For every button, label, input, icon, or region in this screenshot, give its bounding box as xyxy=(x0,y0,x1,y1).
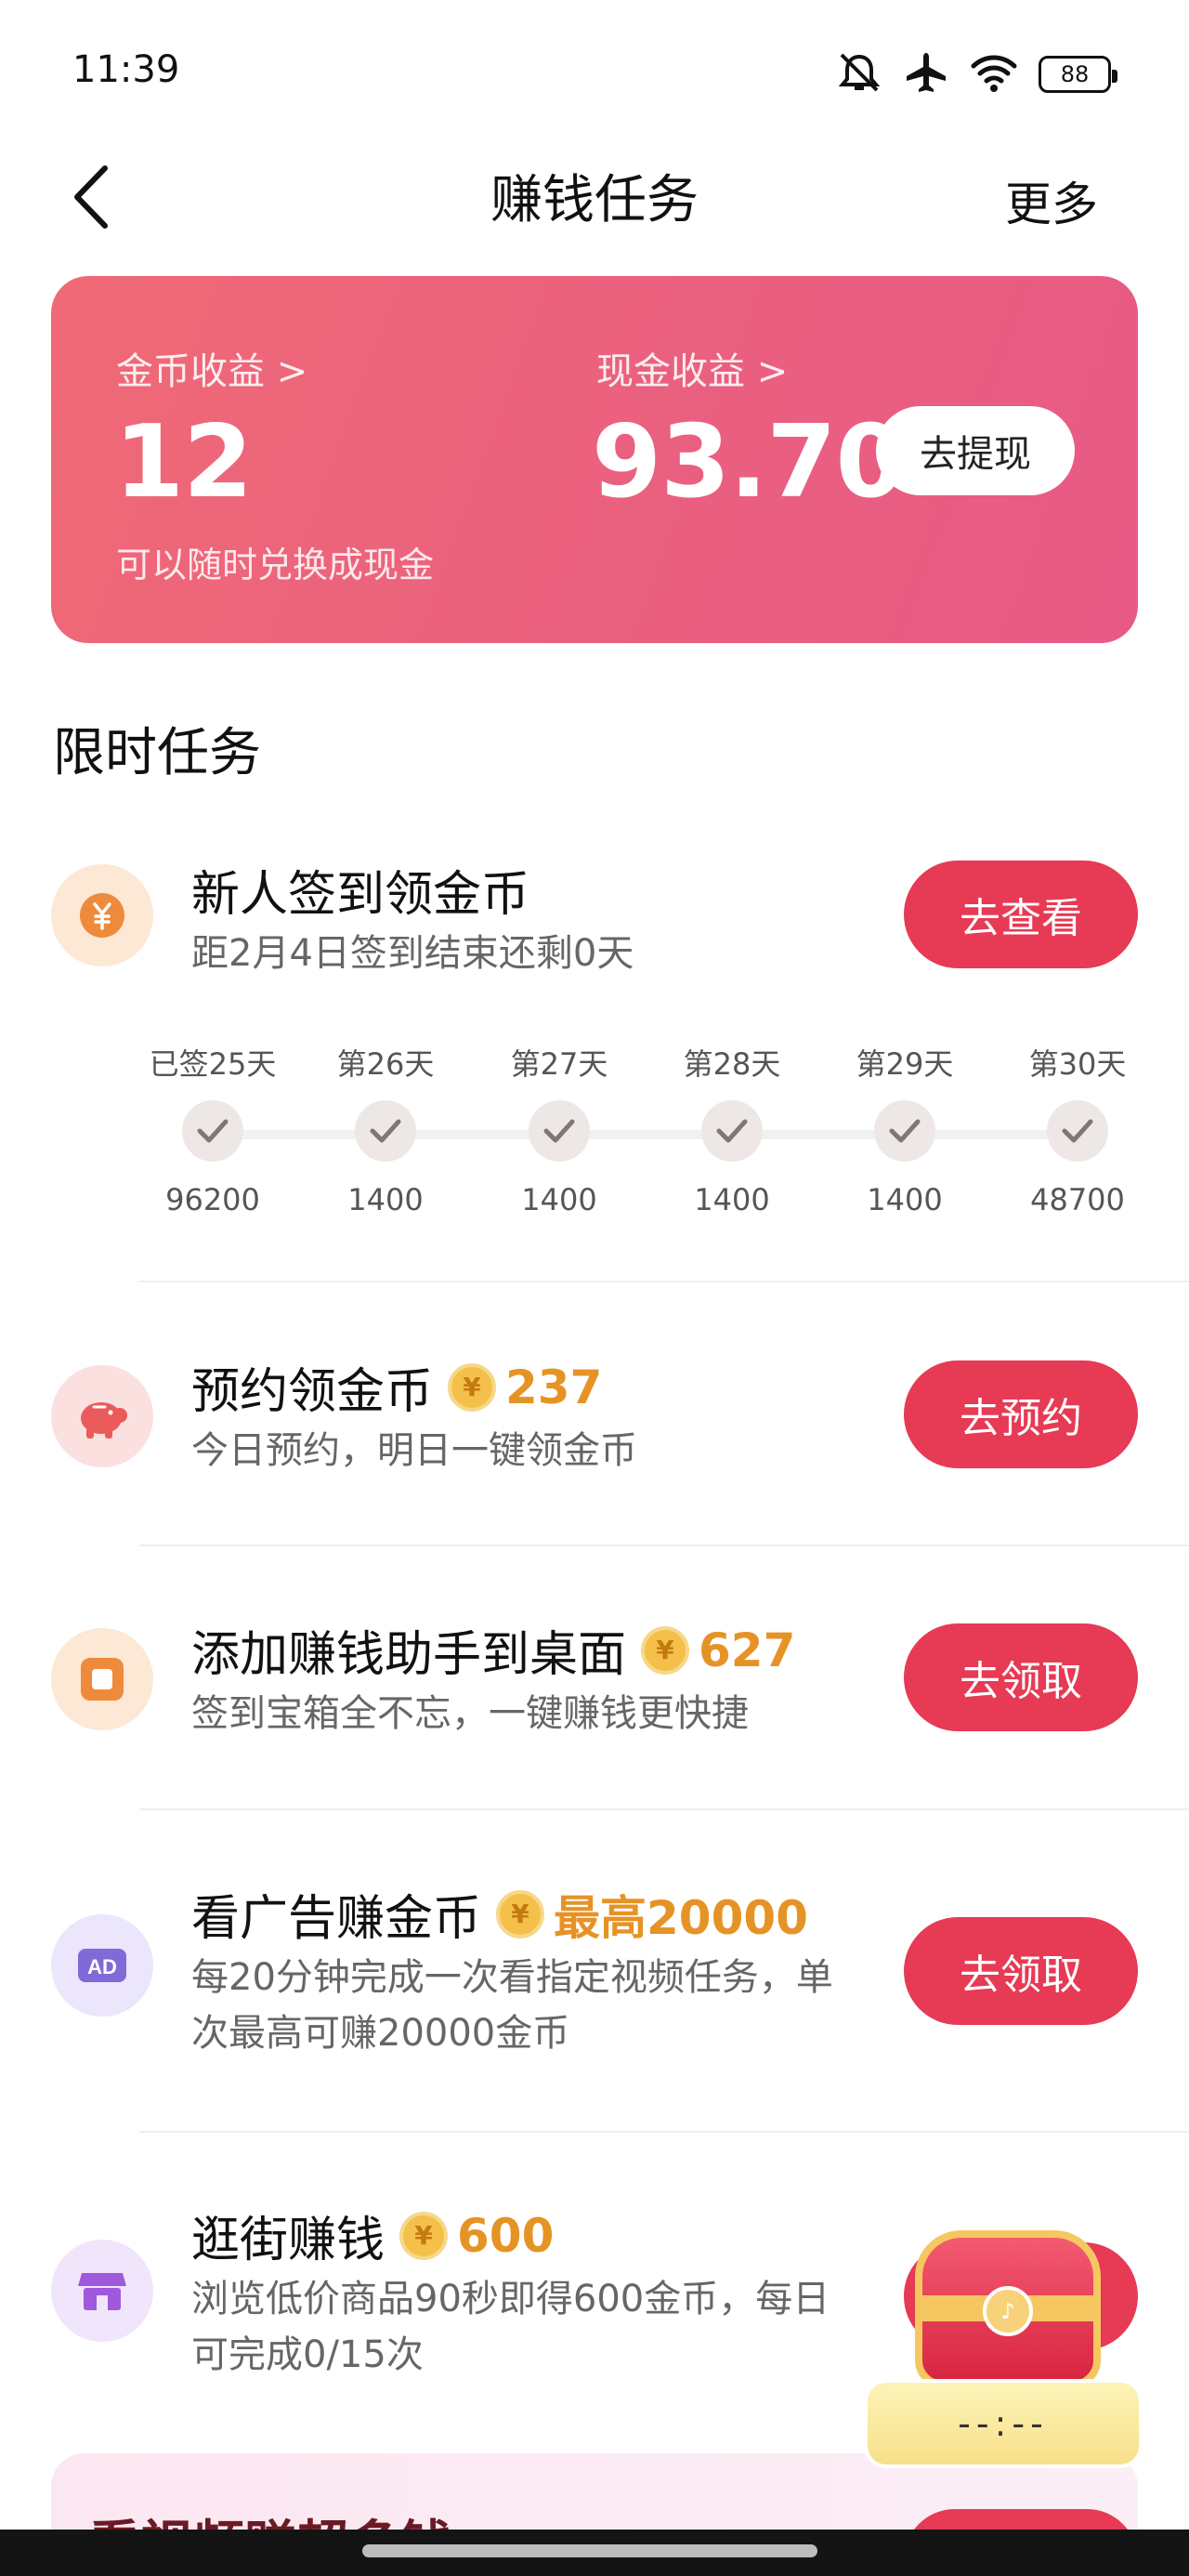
task-add-to-desktop: 添加赚钱助手到桌面 ¥627 签到宝箱全不忘，一键赚钱更快捷 去领取 xyxy=(0,1615,1189,1745)
cash-earnings-value: 93.70 xyxy=(592,404,906,520)
task-subtitle: 今日预约，明日一键领金币 xyxy=(191,1429,637,1472)
reward: ¥237 xyxy=(448,1360,602,1414)
coin-earnings-value: 12 xyxy=(114,404,253,520)
coin-earnings-note: 可以随时兑换成现金 xyxy=(116,545,435,585)
tiktok-icon: ♪ xyxy=(983,2286,1033,2336)
checkin-day: 第28天 1400 xyxy=(658,1041,806,1217)
task-title-row: 添加赚钱助手到桌面 ¥627 xyxy=(191,1615,795,1685)
reward: ¥627 xyxy=(641,1623,795,1677)
task-title: 预约领金币 xyxy=(191,1364,434,1420)
reward: ¥600 xyxy=(399,2209,554,2263)
checkin-track: 已签25天 96200 第26天 1400 第27天 1400 第28天 140… xyxy=(139,1041,1161,1227)
status-bar: 11:39 88 xyxy=(0,0,1189,139)
checkin-day-label: 第27天 xyxy=(510,1046,608,1082)
cash-earnings-link[interactable]: 现金收益 > xyxy=(596,341,788,395)
task-subtitle: 距2月4日签到结束还剩0天 xyxy=(191,932,634,975)
yuan-coin-icon: ¥ xyxy=(641,1625,690,1675)
check-icon xyxy=(1047,1100,1108,1162)
yuan-coin-icon: ¥ xyxy=(496,1889,545,1939)
coin-earnings-link[interactable]: 金币收益 > xyxy=(116,341,307,395)
reserve-button[interactable]: 去预约 xyxy=(904,1360,1138,1468)
task-checkin: 新人签到领金币 距2月4日签到结束还剩0天 去查看 xyxy=(0,855,1189,976)
checkin-day-label: 第29天 xyxy=(856,1046,954,1082)
chest-timer: --:-- xyxy=(864,2379,1143,2468)
divider xyxy=(139,1281,1189,1282)
checkin-day: 已签25天 96200 xyxy=(138,1041,287,1217)
claim-button[interactable]: 去领取 xyxy=(904,1623,1138,1731)
yuan-coin-icon xyxy=(51,864,153,966)
checkin-day-amount: 1400 xyxy=(694,1182,770,1217)
check-icon xyxy=(355,1100,416,1162)
task-watch-ads: AD 看广告赚金币 ¥ 最高20000 每20分钟完成一次看指定视频任务，单次最高… xyxy=(0,1879,1189,2065)
more-button[interactable]: 更多 xyxy=(1005,167,1098,234)
checkin-day-label: 第26天 xyxy=(336,1046,435,1082)
checkin-day-label: 第30天 xyxy=(1028,1046,1127,1082)
task-subtitle: 每20分钟完成一次看指定视频任务，单次最高可赚20000金币 xyxy=(191,1956,833,2055)
piggy-bank-icon xyxy=(51,1365,153,1467)
task-title: 新人签到领金币 xyxy=(191,867,530,923)
treasure-chest-widget[interactable]: ♪ --:-- xyxy=(864,2221,1152,2472)
view-checkin-button[interactable]: 去查看 xyxy=(904,861,1138,968)
status-icons: 88 xyxy=(836,48,1117,100)
yuan-coin-icon: ¥ xyxy=(448,1362,497,1412)
airplane-icon xyxy=(903,51,949,98)
checkin-day-amount: 1400 xyxy=(347,1182,424,1217)
svg-text:AD: AD xyxy=(87,1955,117,1978)
checkin-day-label: 已签25天 xyxy=(149,1046,277,1082)
claim-button[interactable]: 去领取 xyxy=(904,1917,1138,2025)
task-title-row: 逛街赚钱 ¥600 xyxy=(191,2201,554,2270)
reward-amount: 600 xyxy=(457,2208,555,2263)
check-icon xyxy=(874,1100,935,1162)
task-reservation: 预约领金币 ¥237 今日预约，明日一键领金币 去预约 xyxy=(0,1352,1189,1482)
section-title: 限时任务 xyxy=(53,723,261,783)
header: 赚钱任务 更多 xyxy=(0,139,1189,251)
reward-amount: 237 xyxy=(505,1360,603,1414)
checkin-day-amount: 1400 xyxy=(867,1182,943,1217)
check-icon xyxy=(182,1100,243,1162)
divider xyxy=(139,2131,1189,2133)
checkin-day-label: 第28天 xyxy=(683,1046,781,1082)
checkin-day: 第30天 48700 xyxy=(1003,1041,1152,1217)
checkin-day: 第29天 1400 xyxy=(830,1041,979,1217)
ad-icon: AD xyxy=(51,1914,153,2017)
shop-icon xyxy=(51,2240,153,2342)
status-time: 11:39 xyxy=(72,48,180,91)
task-title-row: 看广告赚金币 ¥ 最高20000 xyxy=(191,1879,808,1949)
home-indicator[interactable] xyxy=(362,2544,817,2557)
reward-amount: 627 xyxy=(699,1623,796,1677)
task-subtitle: 签到宝箱全不忘，一键赚钱更快捷 xyxy=(191,1692,749,1735)
check-icon xyxy=(529,1100,590,1162)
wifi-icon xyxy=(970,51,1018,98)
earnings-card: 金币收益 > 12 可以随时兑换成现金 现金收益 > 93.70 去提现 xyxy=(51,276,1138,643)
divider xyxy=(139,1808,1189,1810)
task-title: 逛街赚钱 xyxy=(191,2213,385,2268)
task-subtitle: 浏览低价商品90秒即得600金币，每日可完成0/15次 xyxy=(191,2278,830,2376)
checkin-day: 第27天 1400 xyxy=(485,1041,634,1217)
checkin-day-amount: 96200 xyxy=(165,1182,260,1217)
task-title-row: 预约领金币 ¥237 xyxy=(191,1352,602,1422)
task-title: 添加赚钱助手到桌面 xyxy=(191,1627,627,1683)
desktop-widget-icon xyxy=(51,1628,153,1730)
check-icon xyxy=(701,1100,763,1162)
navigation-bar xyxy=(0,2530,1189,2576)
yuan-coin-icon: ¥ xyxy=(399,2211,449,2260)
reward: ¥ 最高20000 xyxy=(496,1881,808,1948)
battery-icon: 88 xyxy=(1039,56,1117,93)
task-title: 看广告赚金币 xyxy=(191,1891,482,1947)
reward-amount: 最高20000 xyxy=(554,1890,808,1945)
withdraw-button[interactable]: 去提现 xyxy=(876,406,1075,495)
checkin-day-amount: 1400 xyxy=(521,1182,597,1217)
checkin-day: 第26天 1400 xyxy=(311,1041,460,1217)
divider xyxy=(139,1544,1189,1546)
checkin-day-amount: 48700 xyxy=(1030,1182,1125,1217)
mute-icon xyxy=(836,51,882,98)
